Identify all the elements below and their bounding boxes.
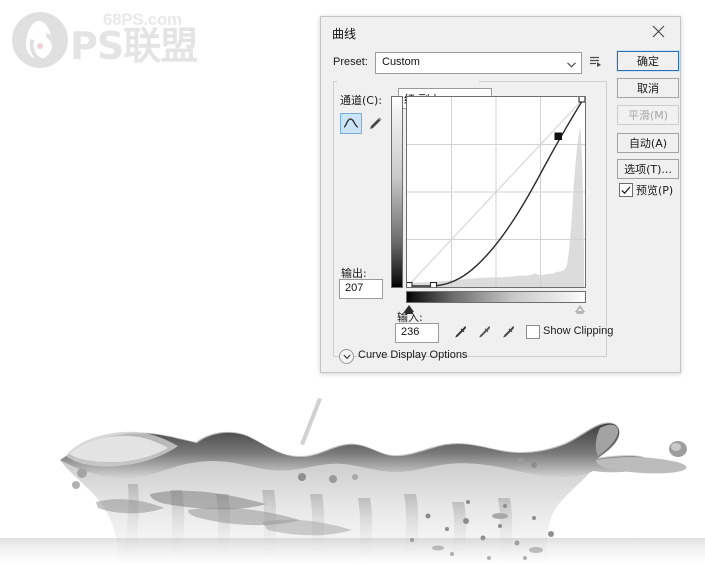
eyedropper-white-point-icon[interactable]: [500, 322, 518, 340]
output-gradient-bar: [391, 96, 403, 288]
water-splash-photo: [0, 398, 705, 565]
output-value: 207: [345, 282, 364, 294]
options-button[interactable]: 选项(T)...: [617, 159, 679, 179]
eyedropper-gray-point-icon[interactable]: [476, 322, 494, 340]
show-clipping-checkbox[interactable]: [526, 325, 540, 339]
eyedropper-black-point-icon[interactable]: [452, 322, 470, 340]
smooth-button: 平滑(M): [617, 105, 679, 125]
ok-button[interactable]: 确定: [616, 50, 680, 72]
site-watermark-logo: 68PS.com PS联盟: [8, 8, 198, 70]
cancel-button[interactable]: 取消: [617, 78, 679, 98]
channel-label: 通道(C):: [340, 94, 382, 107]
preset-label: Preset:: [333, 56, 368, 68]
curve-plot-area[interactable]: [406, 96, 586, 288]
close-icon[interactable]: [636, 17, 680, 46]
chevron-down-icon[interactable]: [339, 349, 354, 364]
show-clipping-label: Show Clipping: [543, 325, 614, 337]
curve-display-options-label: Curve Display Options: [358, 349, 468, 361]
auto-button[interactable]: 自动(A): [617, 133, 679, 153]
pencil-tool-icon[interactable]: [364, 113, 386, 134]
preset-select[interactable]: Custom: [375, 52, 582, 74]
dialog-title: 曲线: [332, 27, 357, 41]
chevron-down-icon: [567, 59, 576, 71]
curves-dialog: 曲线 Preset: Custom 通道(C): 输出: 207 输入: 236…: [320, 16, 681, 373]
preview-checkbox[interactable]: [619, 183, 633, 197]
group-label-mask: [337, 81, 479, 83]
white-point-slider-body[interactable]: [576, 311, 584, 314]
watermark-brand: PS联盟: [70, 24, 198, 68]
curve-graph[interactable]: [391, 96, 586, 314]
curve-tool-icon[interactable]: [340, 113, 362, 134]
input-gradient-bar: [406, 291, 586, 303]
preset-menu-icon[interactable]: [589, 55, 602, 71]
curve-display-options-row[interactable]: Curve Display Options: [339, 349, 595, 364]
dialog-titlebar[interactable]: 曲线: [321, 17, 680, 47]
section-divider: [469, 356, 595, 357]
output-input[interactable]: 207: [339, 279, 383, 299]
flame-droplet-icon: [12, 12, 68, 68]
input-input[interactable]: 236: [395, 323, 439, 343]
preset-selected-value: Custom: [382, 56, 420, 68]
preset-row: Preset: Custom: [333, 52, 603, 74]
input-value: 236: [401, 326, 420, 338]
check-icon: [621, 186, 631, 194]
preview-label: 预览(P): [636, 184, 674, 197]
